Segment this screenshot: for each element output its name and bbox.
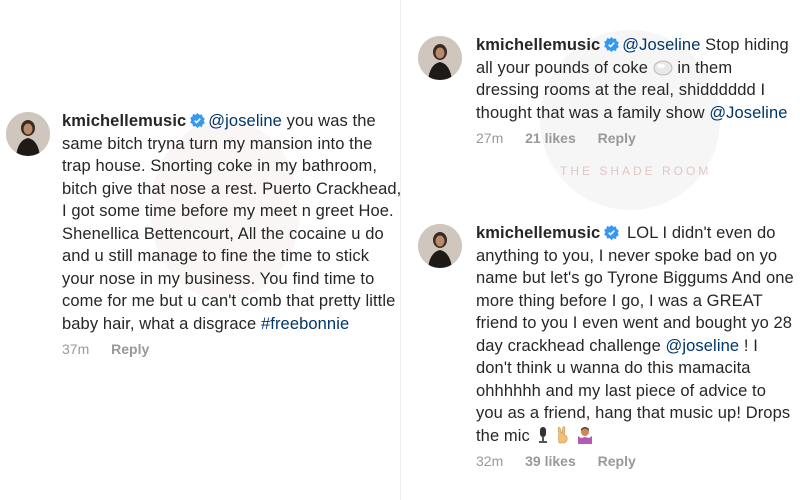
mention-link[interactable]: @joseline bbox=[666, 337, 740, 355]
reply-button[interactable]: Reply bbox=[598, 453, 636, 469]
comment-text: kmichellemusic @joseline you was the same… bbox=[62, 110, 402, 335]
timestamp: 37m bbox=[62, 341, 90, 357]
reply-button[interactable]: Reply bbox=[598, 130, 636, 146]
profile-photo-icon bbox=[6, 112, 50, 156]
white-circle-icon bbox=[653, 60, 673, 75]
mention-link[interactable]: @joseline bbox=[208, 112, 282, 130]
person-shrugging-icon bbox=[577, 426, 592, 444]
comment-body: LOL I didn't even do anything to you, I … bbox=[476, 224, 799, 355]
hashtag-link[interactable]: #freebonnie bbox=[261, 315, 349, 333]
comment-body: you was the same bitch tryna turn my man… bbox=[62, 112, 407, 333]
comment-meta: 37m Reply bbox=[62, 341, 402, 357]
avatar[interactable] bbox=[418, 36, 462, 80]
profile-photo-icon bbox=[418, 36, 462, 80]
timestamp: 32m bbox=[476, 453, 504, 469]
avatar[interactable] bbox=[418, 224, 462, 268]
watermark-text: THE SHADE ROOM bbox=[560, 164, 712, 178]
verified-badge-icon bbox=[190, 113, 206, 128]
comment-text: kmichellemusic LOL I didn't even do anyt… bbox=[476, 222, 794, 447]
panel-divider bbox=[400, 0, 401, 500]
comment-meta: 32m 39 likes Reply bbox=[476, 453, 794, 469]
verified-badge-icon bbox=[604, 37, 620, 52]
username[interactable]: kmichellemusic bbox=[476, 36, 600, 54]
username[interactable]: kmichellemusic bbox=[476, 224, 600, 242]
reply-button[interactable]: Reply bbox=[111, 341, 149, 357]
profile-photo-icon bbox=[418, 224, 462, 268]
timestamp: 27m bbox=[476, 130, 504, 146]
mention-link[interactable]: @Joseline bbox=[709, 104, 787, 122]
mention-link[interactable]: @Joseline bbox=[622, 36, 700, 54]
microphone-icon bbox=[538, 426, 547, 443]
avatar[interactable] bbox=[6, 112, 50, 156]
likes-count[interactable]: 39 likes bbox=[525, 453, 576, 469]
comment-meta: 27m 21 likes Reply bbox=[476, 130, 794, 146]
verified-badge-icon bbox=[604, 225, 620, 240]
username[interactable]: kmichellemusic bbox=[62, 112, 186, 130]
comment-text: kmichellemusic @Joseline Stop hiding all … bbox=[476, 34, 794, 124]
victory-hand-icon bbox=[557, 425, 568, 443]
likes-count[interactable]: 21 likes bbox=[525, 130, 576, 146]
